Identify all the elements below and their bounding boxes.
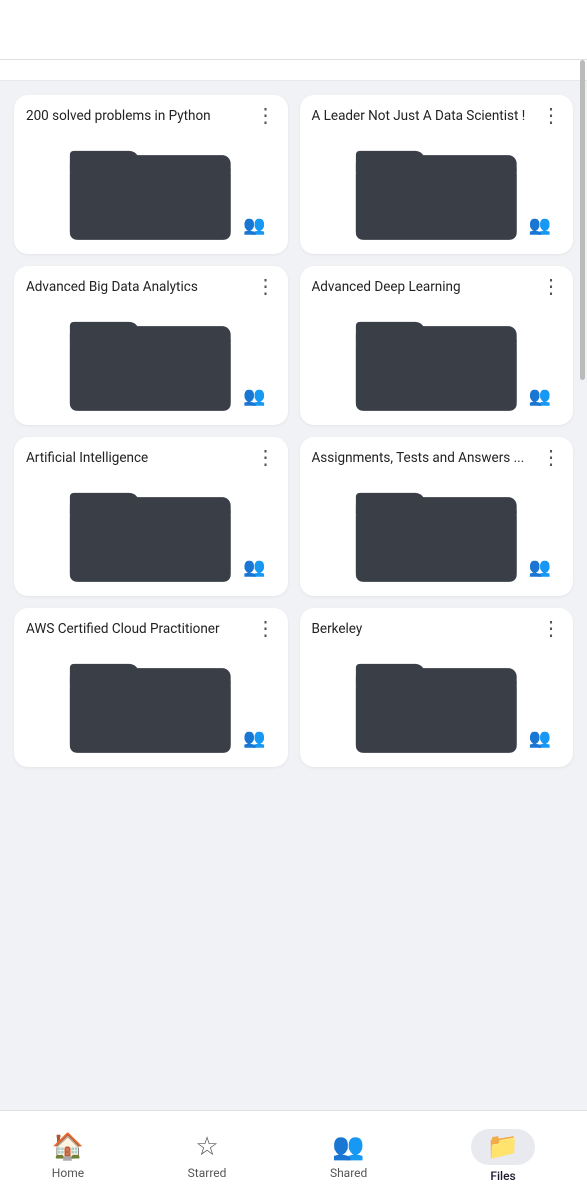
folder-icon-wrap: 👥 [312, 647, 562, 757]
folder-svg-icon [324, 476, 549, 586]
shared-people-icon: 👥 [243, 728, 265, 749]
folder-card-header: 200 solved problems in Python ⋮ [26, 107, 276, 126]
folder-card-header: AWS Certified Cloud Practitioner ⋮ [26, 620, 276, 639]
folder-more-icon[interactable]: ⋮ [541, 276, 561, 296]
folder-icon-wrap: 👥 [26, 476, 276, 586]
nav-item-home[interactable]: 🏠 Home [32, 1126, 104, 1186]
folder-name: Berkeley [312, 620, 542, 639]
folder-name: A Leader Not Just A Data Scientist ! [312, 107, 542, 126]
folder-more-icon[interactable]: ⋮ [541, 105, 561, 125]
folder-more-icon[interactable]: ⋮ [256, 618, 276, 638]
folder-card-header: Berkeley ⋮ [312, 620, 562, 639]
folder-card-header: Advanced Big Data Analytics ⋮ [26, 278, 276, 297]
folder-icon-wrap: 👥 [26, 134, 276, 244]
folder-svg-icon [38, 134, 263, 244]
nav-label-home: Home [52, 1166, 84, 1180]
nav-item-starred[interactable]: ☆ Starred [168, 1126, 247, 1186]
folder-card-header: Artificial Intelligence ⋮ [26, 449, 276, 468]
folder-name: Advanced Deep Learning [312, 278, 542, 297]
folder-icon-wrap: 👥 [312, 476, 562, 586]
shared-people-icon: 👥 [243, 557, 265, 578]
nav-icon-shared: 👥 [332, 1132, 364, 1162]
folder-card[interactable]: 200 solved problems in Python ⋮ 👥 [14, 95, 288, 254]
folder-more-icon[interactable]: ⋮ [541, 447, 561, 467]
folder-name: AWS Certified Cloud Practitioner [26, 620, 256, 639]
nav-icon-home: 🏠 [52, 1132, 84, 1162]
folder-icon-wrap: 👥 [312, 305, 562, 415]
folder-name: 200 solved problems in Python [26, 107, 256, 126]
folder-card[interactable]: Advanced Deep Learning ⋮ 👥 [300, 266, 574, 425]
folder-card[interactable]: A Leader Not Just A Data Scientist ! ⋮ 👥 [300, 95, 574, 254]
nav-icon-files: 📁 [487, 1132, 519, 1162]
scrollbar[interactable] [580, 60, 585, 380]
folder-more-icon[interactable]: ⋮ [541, 618, 561, 638]
shared-people-icon: 👥 [529, 386, 551, 407]
folder-svg-icon [38, 305, 263, 415]
nav-item-shared[interactable]: 👥 Shared [310, 1126, 387, 1186]
folder-card[interactable]: Assignments, Tests and Answers ... ⋮ 👥 [300, 437, 574, 596]
folder-card[interactable]: Artificial Intelligence ⋮ 👥 [14, 437, 288, 596]
folder-name: Artificial Intelligence [26, 449, 256, 468]
folder-svg-icon [38, 476, 263, 586]
folder-card-header: A Leader Not Just A Data Scientist ! ⋮ [312, 107, 562, 126]
shared-people-icon: 👥 [243, 386, 265, 407]
nav-icon-starred: ☆ [195, 1132, 218, 1162]
folder-name: Assignments, Tests and Answers ... [312, 449, 542, 468]
folder-card[interactable]: Berkeley ⋮ 👥 [300, 608, 574, 767]
shared-people-icon: 👥 [529, 215, 551, 236]
nav-item-files[interactable]: 📁 Files [451, 1123, 555, 1189]
folder-svg-icon [324, 647, 549, 757]
folder-card-header: Assignments, Tests and Answers ... ⋮ [312, 449, 562, 468]
top-bar [0, 0, 587, 60]
folder-svg-icon [324, 134, 549, 244]
nav-icon-pill: 📁 [471, 1129, 535, 1165]
folder-svg-icon [324, 305, 549, 415]
shared-people-icon: 👥 [529, 557, 551, 578]
bottom-nav: 🏠 Home ☆ Starred 👥 Shared 📁 Files [0, 1110, 587, 1200]
folder-name: Advanced Big Data Analytics [26, 278, 256, 297]
shared-people-icon: 👥 [529, 728, 551, 749]
folder-grid: 200 solved problems in Python ⋮ 👥 A Lead… [0, 81, 587, 867]
folder-card[interactable]: Advanced Big Data Analytics ⋮ 👥 [14, 266, 288, 425]
folder-more-icon[interactable]: ⋮ [256, 276, 276, 296]
folder-card-header: Advanced Deep Learning ⋮ [312, 278, 562, 297]
folder-card[interactable]: AWS Certified Cloud Practitioner ⋮ 👥 [14, 608, 288, 767]
nav-label-shared: Shared [330, 1166, 367, 1180]
shared-people-icon: 👥 [243, 215, 265, 236]
folder-more-icon[interactable]: ⋮ [256, 447, 276, 467]
folder-icon-wrap: 👥 [26, 305, 276, 415]
folder-icon-wrap: 👥 [26, 647, 276, 757]
nav-label-starred: Starred [188, 1166, 227, 1180]
nav-label-files: Files [490, 1169, 515, 1183]
folder-icon-wrap: 👥 [312, 134, 562, 244]
folder-svg-icon [38, 647, 263, 757]
folder-more-icon[interactable]: ⋮ [256, 105, 276, 125]
sort-bar [0, 60, 587, 81]
